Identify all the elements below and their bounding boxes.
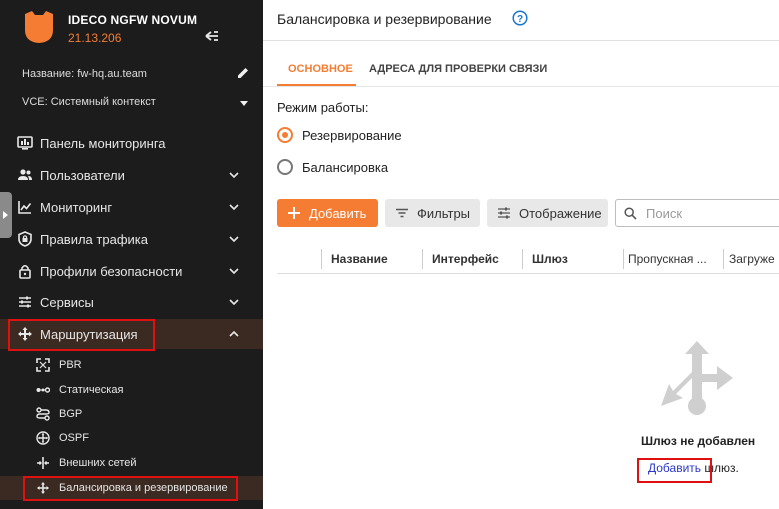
- add-link-highlight-box: [637, 458, 712, 483]
- radio-label: Резервирование: [302, 128, 402, 143]
- monitor-icon: [17, 136, 33, 150]
- pencil-icon[interactable]: [236, 66, 250, 80]
- column-divider[interactable]: [723, 249, 724, 269]
- brand: IDECO NGFW NOVUM 21.13.206: [22, 10, 242, 50]
- radio-button[interactable]: [277, 159, 293, 175]
- balancing-highlight-box: [23, 476, 238, 501]
- bgp-icon: [36, 407, 50, 421]
- tab-connectivity-addresses[interactable]: АДРЕСА ДЛЯ ПРОВЕРКИ СВЯЗИ: [369, 63, 547, 75]
- column-header-bandwidth[interactable]: Пропускная ...: [628, 252, 707, 266]
- chevron-down-icon: [229, 204, 239, 211]
- sidebar-item-label: Сервисы: [40, 295, 94, 310]
- chevron-down-icon: [229, 172, 239, 179]
- add-button-label: Добавить: [309, 206, 367, 221]
- search-input[interactable]: [646, 205, 766, 221]
- static-route-icon: [36, 387, 50, 393]
- column-divider[interactable]: [422, 249, 423, 269]
- svg-text:?: ?: [517, 14, 523, 25]
- main-content: Балансировка и резервирование ? ОСНОВНОЕ…: [263, 0, 779, 509]
- add-button[interactable]: Добавить: [277, 199, 378, 227]
- sidebar-item-label: Пользователи: [40, 168, 125, 183]
- sidebar-subitem-external-networks[interactable]: Внешних сетей: [0, 451, 263, 475]
- sidebar-subitem-label: Внешних сетей: [59, 457, 137, 469]
- caret-down-icon: [240, 101, 248, 106]
- balancing-empty-icon: [661, 341, 733, 415]
- sidebar-item-label: Мониторинг: [40, 200, 113, 215]
- column-divider[interactable]: [623, 249, 624, 269]
- column-divider[interactable]: [321, 249, 322, 269]
- table-header: Название Интерфейс Шлюз Пропускная ... З…: [277, 244, 779, 274]
- device-name-row: Название: fw-hq.au.team: [22, 68, 250, 80]
- column-header-gateway[interactable]: Шлюз: [532, 252, 568, 266]
- chevron-down-icon: [229, 268, 239, 275]
- sidebar-item-monitoring-panel[interactable]: Панель мониторинга: [0, 128, 263, 158]
- vce-label: VCE: Системный контекст: [22, 96, 156, 108]
- sidebar-subitem-bgp[interactable]: BGP: [0, 402, 263, 426]
- lock-icon: [19, 264, 31, 279]
- chevron-down-icon: [229, 236, 239, 243]
- vce-selector[interactable]: VCE: Системный контекст: [22, 96, 250, 108]
- display-button[interactable]: Отображение: [487, 199, 608, 227]
- sidebar-item-services[interactable]: Сервисы: [0, 287, 263, 317]
- display-button-label: Отображение: [519, 206, 602, 221]
- device-name-label: Название: fw-hq.au.team: [22, 68, 147, 80]
- sidebar-subitem-pbr[interactable]: PBR: [0, 353, 263, 377]
- sidebar-item-security-profiles[interactable]: Профили безопасности: [0, 256, 263, 286]
- chart-icon: [18, 201, 32, 214]
- radio-label: Балансировка: [302, 160, 389, 175]
- sidebar-item-label: Правила трафика: [40, 232, 148, 247]
- filter-icon: [396, 208, 408, 218]
- help-icon[interactable]: ?: [512, 10, 528, 26]
- ospf-icon: [36, 431, 50, 445]
- page-header: Балансировка и резервирование ?: [263, 0, 779, 41]
- tabs-divider: [263, 86, 779, 87]
- sidebar-item-traffic-rules[interactable]: Правила трафика: [0, 224, 263, 254]
- external-networks-icon: [37, 457, 49, 469]
- column-divider[interactable]: [522, 249, 523, 269]
- shield-icon: [18, 231, 32, 247]
- routing-highlight-box: [8, 319, 155, 351]
- collapse-sidebar-icon[interactable]: [204, 28, 220, 44]
- pbr-icon: [36, 358, 50, 372]
- sidebar-subitem-static[interactable]: Статическая: [0, 378, 263, 402]
- search-field[interactable]: [615, 199, 779, 227]
- sidebar-item-users[interactable]: Пользователи: [0, 160, 263, 190]
- filters-button-label: Фильтры: [417, 206, 471, 221]
- column-header-name[interactable]: Название: [331, 252, 388, 266]
- chevron-up-icon: [229, 330, 239, 337]
- column-header-interface[interactable]: Интерфейс: [432, 252, 499, 266]
- app-name: IDECO NGFW NOVUM: [68, 13, 198, 27]
- app-window: IDECO NGFW NOVUM 21.13.206 Название: fw-…: [0, 0, 779, 509]
- page-title: Балансировка и резервирование: [277, 11, 492, 27]
- sidebar-subitem-label: BGP: [59, 408, 83, 420]
- app-version: 21.13.206: [68, 31, 122, 45]
- sidebar-item-label: Панель мониторинга: [40, 136, 166, 151]
- filters-button[interactable]: Фильтры: [385, 199, 480, 227]
- sidebar-subitem-ospf[interactable]: OSPF: [0, 426, 263, 450]
- sidebar-item-monitoring[interactable]: Мониторинг: [0, 192, 263, 222]
- sidebar: IDECO NGFW NOVUM 21.13.206 Название: fw-…: [0, 0, 263, 509]
- radio-button-checked[interactable]: [277, 127, 293, 143]
- expand-handle[interactable]: [0, 192, 12, 238]
- empty-state-title: Шлюз не добавлен: [641, 434, 756, 448]
- ideco-logo-icon: [25, 11, 53, 43]
- sidebar-subitem-label: PBR: [59, 359, 82, 371]
- sliders-icon: [19, 296, 31, 308]
- tab-main[interactable]: ОСНОВНОЕ: [288, 63, 353, 75]
- mode-label: Режим работы:: [277, 100, 369, 115]
- tune-icon: [498, 207, 510, 219]
- sidebar-subitem-label: OSPF: [59, 432, 89, 444]
- sidebar-subitem-label: Статическая: [59, 384, 124, 396]
- chevron-down-icon: [229, 299, 239, 306]
- column-header-load[interactable]: Загруже: [729, 252, 775, 266]
- plus-icon: [288, 207, 300, 219]
- sidebar-item-label: Профили безопасности: [40, 264, 183, 279]
- users-icon: [18, 169, 32, 180]
- search-icon: [624, 207, 637, 220]
